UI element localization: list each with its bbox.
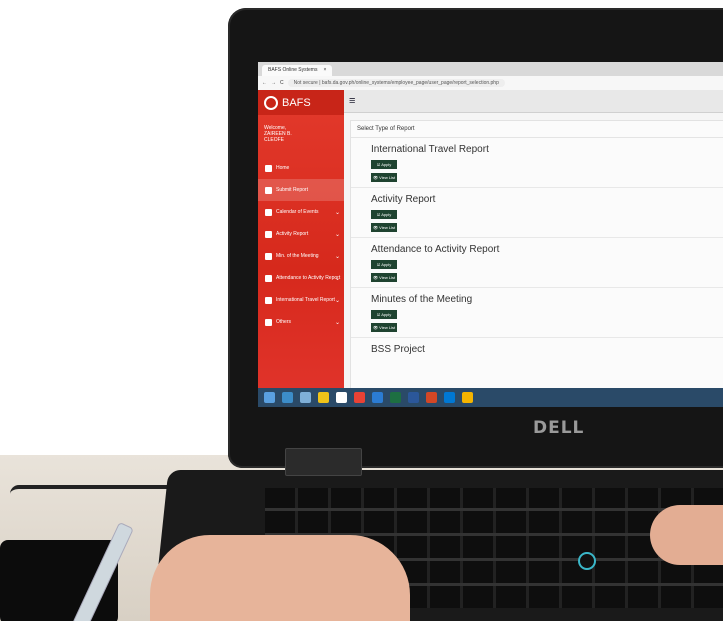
report-section: Minutes of the Meeting ☑ Apply 👁 View Li… [351, 288, 723, 338]
sidebar-item-activity-report[interactable]: Activity Report ⌄ [258, 223, 344, 245]
app-icon[interactable] [336, 392, 347, 403]
file-icon [265, 296, 272, 304]
view-list-button[interactable]: 👁 View List [371, 173, 397, 182]
sidebar-item-label: Attendance to Activity Report [276, 275, 341, 281]
view-list-button[interactable]: 👁 View List [371, 323, 397, 332]
apply-button[interactable]: ☑ Apply [371, 260, 397, 269]
laptop-hinge [285, 448, 362, 476]
sidebar-item-attendance[interactable]: Attendance to Activity Report ⌄ [258, 267, 344, 289]
app-logo[interactable]: BAFS [258, 90, 344, 115]
main-content: ≡ Select Type of Report International Tr… [344, 90, 723, 392]
view-list-button[interactable]: 👁 View List [371, 273, 397, 282]
browser-tabbar: BAFS Online Systems × [258, 62, 723, 76]
sidebar-item-label: Submit Report [276, 187, 308, 193]
file-icon [265, 318, 272, 326]
file-explorer-icon[interactable] [318, 392, 329, 403]
chevron-down-icon: ⌄ [334, 275, 340, 282]
menu-icon[interactable]: ≡ [349, 95, 355, 107]
sidebar-item-label: Others [276, 319, 292, 325]
calendar-icon [265, 208, 272, 216]
report-section: BSS Project [351, 338, 723, 388]
address-bar: ← → C Not secure | bafs.da.gov.ph/online… [258, 76, 723, 91]
task-view-icon[interactable] [282, 392, 293, 403]
report-title: Attendance to Activity Report [371, 244, 500, 255]
apply-button[interactable]: ☑ Apply [371, 210, 397, 219]
sidebar: BAFS Welcome, ZAIREEN B. CLEOFE Home Sub… [258, 90, 344, 388]
logo-icon [264, 95, 278, 110]
windows-taskbar [258, 388, 723, 407]
report-title: Minutes of the Meeting [371, 294, 473, 305]
trackpoint[interactable] [578, 552, 596, 570]
app-icon[interactable] [300, 392, 311, 403]
report-section: Activity Report ☑ Apply 👁 View List [351, 188, 723, 238]
forward-icon[interactable]: → [271, 80, 276, 86]
sidebar-item-home[interactable]: Home [258, 157, 344, 179]
view-list-button[interactable]: 👁 View List [371, 223, 397, 232]
web-app: BAFS Welcome, ZAIREEN B. CLEOFE Home Sub… [258, 90, 723, 392]
logo-text: BAFS [282, 96, 311, 109]
laptop-brand-logo: DELL [533, 418, 585, 438]
report-card: Select Type of Report International Trav… [350, 120, 723, 392]
start-icon[interactable] [264, 392, 275, 403]
chevron-down-icon: ⌄ [334, 319, 340, 326]
file-icon [265, 274, 272, 282]
user-name-line2: CLEOFE [264, 137, 285, 143]
chrome-icon[interactable] [354, 392, 365, 403]
security-label: Not secure [293, 80, 318, 86]
apply-button[interactable]: ☑ Apply [371, 310, 397, 319]
file-icon [265, 230, 272, 238]
tab-title: BAFS Online Systems [268, 67, 318, 73]
left-hand [150, 535, 410, 621]
sidebar-item-calendar[interactable]: Calendar of Events ⌄ [258, 201, 344, 223]
welcome-block: Welcome, ZAIREEN B. CLEOFE [258, 115, 344, 149]
laptop-screen: BAFS Online Systems × ← → C Not secure |… [258, 62, 723, 407]
sidebar-item-minutes[interactable]: Min. of the Meeting ⌄ [258, 245, 344, 267]
reload-icon[interactable]: C [280, 80, 284, 86]
report-title: International Travel Report [371, 144, 489, 155]
back-icon[interactable]: ← [262, 80, 267, 86]
sidebar-item-label: International Travel Report [276, 297, 335, 303]
report-title: Activity Report [371, 194, 436, 205]
home-icon [265, 186, 272, 194]
home-icon [265, 164, 272, 172]
edge-icon[interactable] [444, 392, 455, 403]
word-icon[interactable] [408, 392, 419, 403]
chevron-down-icon: ⌄ [334, 231, 340, 238]
excel-icon[interactable] [390, 392, 401, 403]
chevron-down-icon: ⌄ [334, 297, 340, 304]
photo-scene: DELL BAFS Online Systems × ← → C Not sec… [0, 0, 723, 621]
tab-close-icon[interactable]: × [323, 65, 326, 76]
report-section: Attendance to Activity Report ☑ Apply 👁 … [351, 238, 723, 288]
app-icon[interactable] [462, 392, 473, 403]
apply-button[interactable]: ☑ Apply [371, 160, 397, 169]
right-hand [650, 505, 723, 565]
url-text: bafs.da.gov.ph/online_systems/employee_p… [321, 80, 499, 86]
sidebar-item-label: Calendar of Events [276, 209, 319, 215]
sidebar-item-label: Activity Report [276, 231, 309, 237]
powerpoint-icon[interactable] [426, 392, 437, 403]
report-title: BSS Project [371, 344, 425, 355]
report-section: International Travel Report ☑ Apply 👁 Vi… [351, 138, 723, 188]
sidebar-item-label: Min. of the Meeting [276, 253, 319, 259]
top-bar: ≡ [344, 90, 723, 113]
browser-tab[interactable]: BAFS Online Systems × [262, 65, 333, 76]
calendar-icon [265, 252, 272, 260]
sidebar-item-label: Home [276, 165, 290, 171]
chevron-down-icon: ⌄ [334, 209, 340, 216]
sidebar-item-international-travel[interactable]: International Travel Report ⌄ [258, 289, 344, 311]
card-header: Select Type of Report [351, 121, 723, 138]
chevron-down-icon: ⌄ [334, 253, 340, 260]
url-field[interactable]: Not secure | bafs.da.gov.ph/online_syste… [287, 79, 505, 87]
app-icon[interactable] [372, 392, 383, 403]
sidebar-nav: Home Submit Report Calendar of Events ⌄ A… [258, 157, 344, 333]
sidebar-item-submit-report[interactable]: Submit Report [258, 179, 344, 201]
sidebar-item-others[interactable]: Others ⌄ [258, 311, 344, 333]
